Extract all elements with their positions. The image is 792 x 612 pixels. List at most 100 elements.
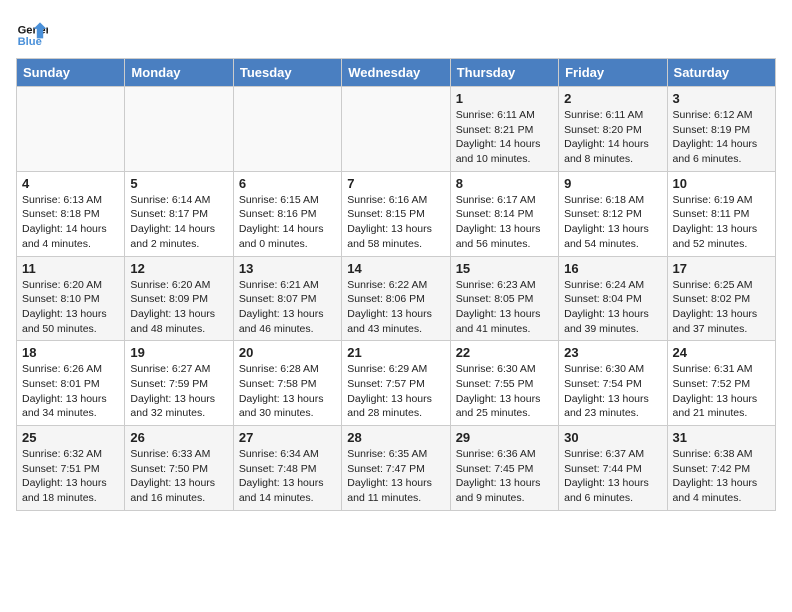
calendar-cell — [125, 87, 233, 172]
day-info: Sunrise: 6:18 AM Sunset: 8:12 PM Dayligh… — [564, 193, 661, 252]
col-header-saturday: Saturday — [667, 59, 775, 87]
calendar-cell: 24 Sunrise: 6:31 AM Sunset: 7:52 PM Dayli… — [667, 341, 775, 426]
day-info: Sunrise: 6:27 AM Sunset: 7:59 PM Dayligh… — [130, 362, 227, 421]
calendar-week-row: 1 Sunrise: 6:11 AM Sunset: 8:21 PM Daylig… — [17, 87, 776, 172]
calendar-cell: 3 Sunrise: 6:12 AM Sunset: 8:19 PM Daylig… — [667, 87, 775, 172]
day-info: Sunrise: 6:19 AM Sunset: 8:11 PM Dayligh… — [673, 193, 770, 252]
col-header-friday: Friday — [559, 59, 667, 87]
day-info: Sunrise: 6:12 AM Sunset: 8:19 PM Dayligh… — [673, 108, 770, 167]
day-info: Sunrise: 6:33 AM Sunset: 7:50 PM Dayligh… — [130, 447, 227, 506]
day-info: Sunrise: 6:17 AM Sunset: 8:14 PM Dayligh… — [456, 193, 553, 252]
calendar-week-row: 4 Sunrise: 6:13 AM Sunset: 8:18 PM Daylig… — [17, 171, 776, 256]
day-info: Sunrise: 6:20 AM Sunset: 8:10 PM Dayligh… — [22, 278, 119, 337]
calendar-cell — [233, 87, 341, 172]
day-number: 24 — [673, 345, 770, 360]
calendar-week-row: 11 Sunrise: 6:20 AM Sunset: 8:10 PM Dayli… — [17, 256, 776, 341]
calendar-cell: 15Sunrise: 6:23 AM Sunset: 8:05 PM Dayli… — [450, 256, 558, 341]
calendar-week-row: 18Sunrise: 6:26 AM Sunset: 8:01 PM Dayli… — [17, 341, 776, 426]
calendar-cell: 26 Sunrise: 6:33 AM Sunset: 7:50 PM Dayli… — [125, 426, 233, 511]
day-number: 16 — [564, 261, 661, 276]
day-info: Sunrise: 6:16 AM Sunset: 8:15 PM Dayligh… — [347, 193, 444, 252]
calendar-cell: 12 Sunrise: 6:20 AM Sunset: 8:09 PM Dayli… — [125, 256, 233, 341]
col-header-wednesday: Wednesday — [342, 59, 450, 87]
day-info: Sunrise: 6:37 AM Sunset: 7:44 PM Dayligh… — [564, 447, 661, 506]
day-number: 14 — [347, 261, 444, 276]
page-header: General Blue — [16, 16, 776, 48]
calendar-cell — [342, 87, 450, 172]
day-info: Sunrise: 6:14 AM Sunset: 8:17 PM Dayligh… — [130, 193, 227, 252]
col-header-monday: Monday — [125, 59, 233, 87]
day-number: 10 — [673, 176, 770, 191]
day-number: 20 — [239, 345, 336, 360]
calendar-cell: 10 Sunrise: 6:19 AM Sunset: 8:11 PM Dayli… — [667, 171, 775, 256]
day-number: 1 — [456, 91, 553, 106]
logo: General Blue — [16, 16, 48, 48]
day-info: Sunrise: 6:30 AM Sunset: 7:54 PM Dayligh… — [564, 362, 661, 421]
day-number: 22 — [456, 345, 553, 360]
calendar-cell: 23 Sunrise: 6:30 AM Sunset: 7:54 PM Dayli… — [559, 341, 667, 426]
day-number: 30 — [564, 430, 661, 445]
calendar-cell: 28 Sunrise: 6:35 AM Sunset: 7:47 PM Dayli… — [342, 426, 450, 511]
day-number: 11 — [22, 261, 119, 276]
day-number: 31 — [673, 430, 770, 445]
day-number: 4 — [22, 176, 119, 191]
day-number: 12 — [130, 261, 227, 276]
calendar-cell — [17, 87, 125, 172]
col-header-sunday: Sunday — [17, 59, 125, 87]
day-info: Sunrise: 6:31 AM Sunset: 7:52 PM Dayligh… — [673, 362, 770, 421]
calendar-cell: 13Sunrise: 6:21 AM Sunset: 8:07 PM Dayli… — [233, 256, 341, 341]
col-header-thursday: Thursday — [450, 59, 558, 87]
day-number: 9 — [564, 176, 661, 191]
calendar-cell: 30 Sunrise: 6:37 AM Sunset: 7:44 PM Dayli… — [559, 426, 667, 511]
calendar-cell: 2 Sunrise: 6:11 AM Sunset: 8:20 PM Daylig… — [559, 87, 667, 172]
day-info: Sunrise: 6:11 AM Sunset: 8:20 PM Dayligh… — [564, 108, 661, 167]
calendar-cell: 29Sunrise: 6:36 AM Sunset: 7:45 PM Dayli… — [450, 426, 558, 511]
calendar-cell: 27 Sunrise: 6:34 AM Sunset: 7:48 PM Dayli… — [233, 426, 341, 511]
logo-icon: General Blue — [16, 16, 48, 48]
calendar-cell: 22Sunrise: 6:30 AM Sunset: 7:55 PM Dayli… — [450, 341, 558, 426]
day-number: 13 — [239, 261, 336, 276]
day-number: 21 — [347, 345, 444, 360]
day-info: Sunrise: 6:28 AM Sunset: 7:58 PM Dayligh… — [239, 362, 336, 421]
day-number: 29 — [456, 430, 553, 445]
day-info: Sunrise: 6:29 AM Sunset: 7:57 PM Dayligh… — [347, 362, 444, 421]
calendar-cell: 17 Sunrise: 6:25 AM Sunset: 8:02 PM Dayli… — [667, 256, 775, 341]
day-info: Sunrise: 6:23 AM Sunset: 8:05 PM Dayligh… — [456, 278, 553, 337]
day-number: 8 — [456, 176, 553, 191]
day-number: 26 — [130, 430, 227, 445]
calendar-cell: 14 Sunrise: 6:22 AM Sunset: 8:06 PM Dayli… — [342, 256, 450, 341]
calendar-cell: 16 Sunrise: 6:24 AM Sunset: 8:04 PM Dayli… — [559, 256, 667, 341]
day-info: Sunrise: 6:25 AM Sunset: 8:02 PM Dayligh… — [673, 278, 770, 337]
day-info: Sunrise: 6:22 AM Sunset: 8:06 PM Dayligh… — [347, 278, 444, 337]
calendar-cell: 1 Sunrise: 6:11 AM Sunset: 8:21 PM Daylig… — [450, 87, 558, 172]
calendar-cell: 5 Sunrise: 6:14 AM Sunset: 8:17 PM Daylig… — [125, 171, 233, 256]
day-number: 17 — [673, 261, 770, 276]
day-info: Sunrise: 6:32 AM Sunset: 7:51 PM Dayligh… — [22, 447, 119, 506]
day-number: 28 — [347, 430, 444, 445]
day-number: 18 — [22, 345, 119, 360]
day-info: Sunrise: 6:35 AM Sunset: 7:47 PM Dayligh… — [347, 447, 444, 506]
calendar-week-row: 25Sunrise: 6:32 AM Sunset: 7:51 PM Dayli… — [17, 426, 776, 511]
calendar-cell: 8 Sunrise: 6:17 AM Sunset: 8:14 PM Daylig… — [450, 171, 558, 256]
calendar-cell: 4 Sunrise: 6:13 AM Sunset: 8:18 PM Daylig… — [17, 171, 125, 256]
day-number: 2 — [564, 91, 661, 106]
day-number: 5 — [130, 176, 227, 191]
day-info: Sunrise: 6:38 AM Sunset: 7:42 PM Dayligh… — [673, 447, 770, 506]
day-info: Sunrise: 6:11 AM Sunset: 8:21 PM Dayligh… — [456, 108, 553, 167]
calendar-cell: 21 Sunrise: 6:29 AM Sunset: 7:57 PM Dayli… — [342, 341, 450, 426]
day-number: 19 — [130, 345, 227, 360]
day-number: 27 — [239, 430, 336, 445]
calendar-cell: 31 Sunrise: 6:38 AM Sunset: 7:42 PM Dayli… — [667, 426, 775, 511]
calendar-cell: 19 Sunrise: 6:27 AM Sunset: 7:59 PM Dayli… — [125, 341, 233, 426]
day-info: Sunrise: 6:13 AM Sunset: 8:18 PM Dayligh… — [22, 193, 119, 252]
calendar-cell: 25Sunrise: 6:32 AM Sunset: 7:51 PM Dayli… — [17, 426, 125, 511]
calendar-cell: 18Sunrise: 6:26 AM Sunset: 8:01 PM Dayli… — [17, 341, 125, 426]
day-info: Sunrise: 6:34 AM Sunset: 7:48 PM Dayligh… — [239, 447, 336, 506]
day-number: 3 — [673, 91, 770, 106]
day-number: 23 — [564, 345, 661, 360]
calendar-cell: 9 Sunrise: 6:18 AM Sunset: 8:12 PM Daylig… — [559, 171, 667, 256]
day-info: Sunrise: 6:20 AM Sunset: 8:09 PM Dayligh… — [130, 278, 227, 337]
day-info: Sunrise: 6:24 AM Sunset: 8:04 PM Dayligh… — [564, 278, 661, 337]
day-number: 6 — [239, 176, 336, 191]
day-number: 7 — [347, 176, 444, 191]
